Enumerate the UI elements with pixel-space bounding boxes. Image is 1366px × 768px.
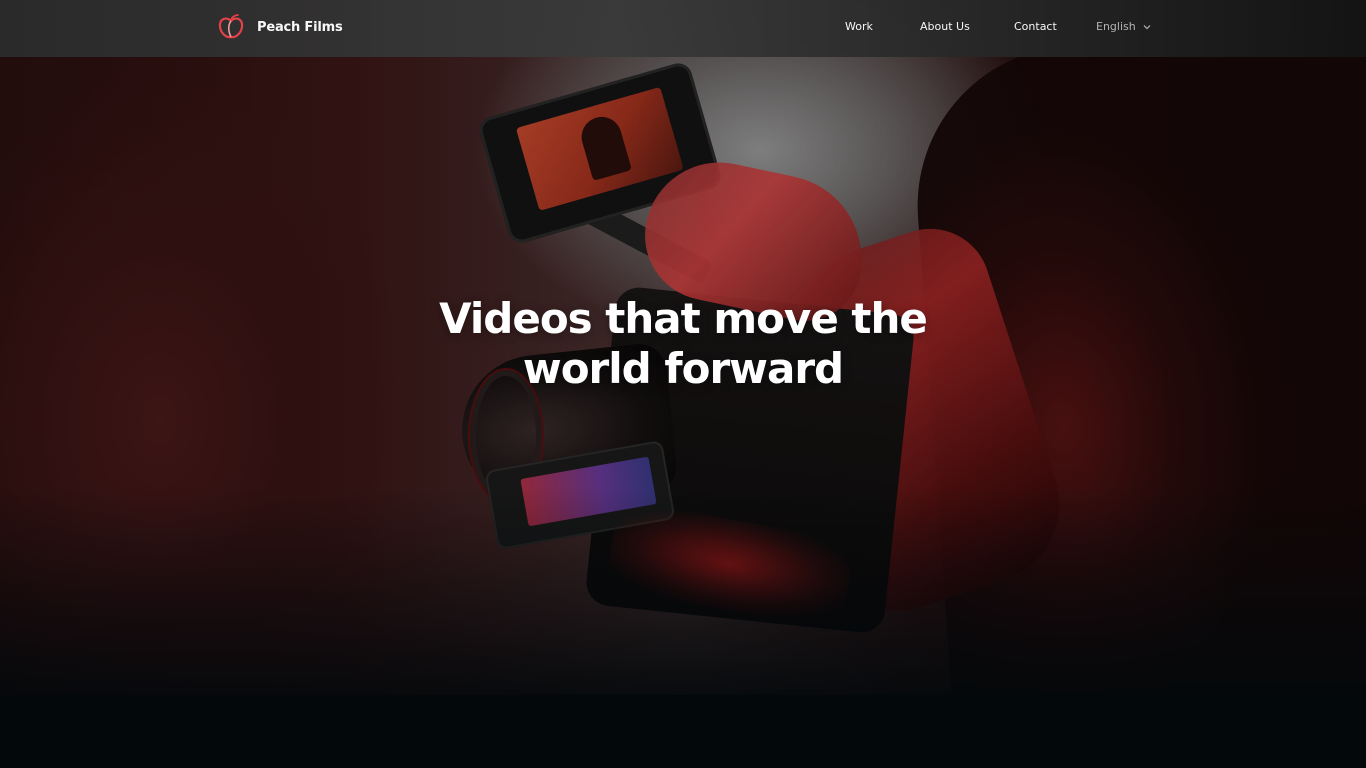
site-header: Peach Films Work About Us Contact Englis… [0,0,1366,57]
hero-headline-line-1: Videos that move the [439,294,928,343]
page: Peach Films Work About Us Contact Englis… [0,0,1366,768]
nav-link-work[interactable]: Work [845,20,873,33]
hero-headline-line-2: world forward [522,344,844,393]
main-navigation: Work About Us Contact English [0,0,1366,57]
nav-link-contact[interactable]: Contact [1014,20,1057,33]
hero-headline: Videos that move the world forward [383,294,983,394]
language-selector[interactable]: English [1096,20,1151,33]
nav-link-about-us[interactable]: About Us [920,20,970,33]
language-selected-label: English [1096,20,1136,33]
chevron-down-icon [1143,24,1151,30]
next-section-band [0,695,1366,768]
